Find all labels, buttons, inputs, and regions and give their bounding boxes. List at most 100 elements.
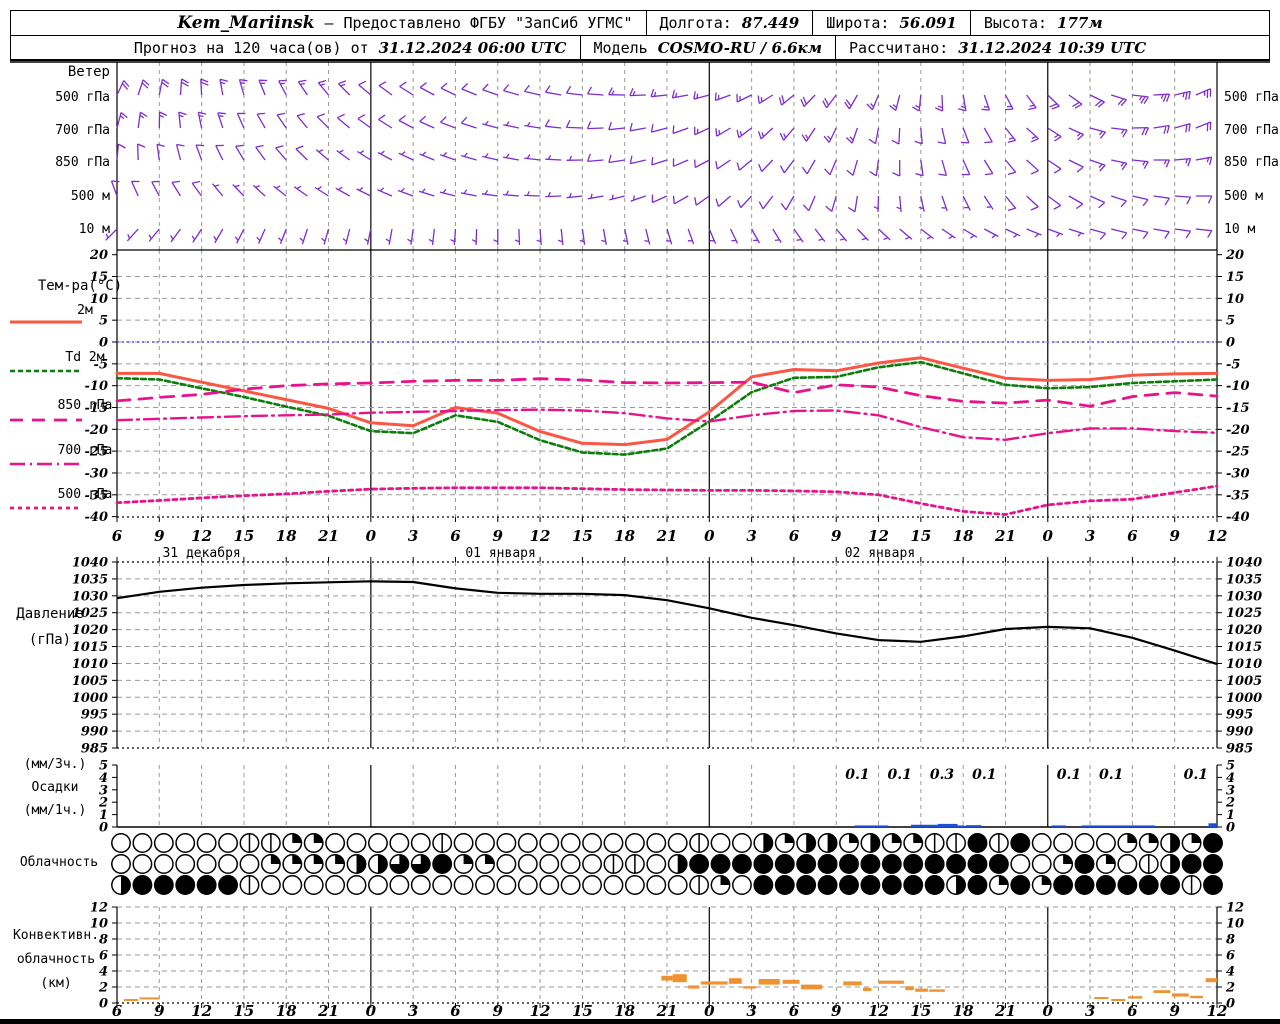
axis-label: 9 xyxy=(1169,527,1180,545)
pressure-panel-unit: (гПа) xyxy=(28,632,72,648)
axis-label: 6 xyxy=(1127,1002,1138,1020)
axis-label: 12 xyxy=(1226,901,1244,916)
axis-label: 0 xyxy=(366,527,377,545)
axis-label: 4 xyxy=(1226,965,1235,980)
altitude-label: Высота: xyxy=(983,14,1048,32)
axis-label: 15 xyxy=(1226,270,1244,285)
axis-label: 15 xyxy=(910,527,931,545)
axis-label: 3 xyxy=(746,1002,756,1020)
axis-label: 15 xyxy=(910,1002,931,1020)
axis-label: 3 xyxy=(408,1002,418,1020)
axis-label: 12 xyxy=(1207,1002,1228,1020)
header-row-1: Kem_Mariinsk — Предоставлено ФГБУ "ЗапСи… xyxy=(11,11,1269,36)
axis-label: 02 января xyxy=(845,546,915,561)
axis-label: 12 xyxy=(191,1002,212,1020)
axis-label: 1010 xyxy=(1226,657,1262,672)
axis-label: 3 xyxy=(1085,527,1095,545)
longitude-label: Долгота: xyxy=(659,14,732,32)
axis-label: 12 xyxy=(191,527,212,545)
cloud-row-high xyxy=(111,833,1223,853)
axis-label: 0.1 xyxy=(1099,767,1123,783)
axis-label: 9 xyxy=(1169,1002,1180,1020)
legend-label-t500: 500 гПа xyxy=(57,487,113,502)
axis-label: 15 xyxy=(572,527,593,545)
wind-barb-row-10 м xyxy=(105,228,1213,246)
axis-label: 1025 xyxy=(1226,606,1262,621)
axis-label: 0 xyxy=(1043,1002,1054,1020)
precip-unit-1h: (мм/1ч.) xyxy=(23,803,87,818)
axis-label: 9 xyxy=(493,1002,504,1020)
axis-label: 0 xyxy=(704,527,715,545)
wind-panel-title: Ветер xyxy=(67,64,110,80)
axis-label: 1040 xyxy=(72,556,108,571)
axis-label: 0.1 xyxy=(1057,767,1081,783)
axis-label: 12 xyxy=(868,527,889,545)
wind-barb-row-700 гПа xyxy=(116,111,1212,145)
axis-label: 1000 xyxy=(1226,691,1262,706)
axis-label: 500 гПа xyxy=(1224,90,1279,105)
axis-label: 9 xyxy=(831,1002,842,1020)
axis-label: 21 xyxy=(317,527,339,545)
latitude-value: 56.091 xyxy=(899,14,957,32)
axis-label: 3 xyxy=(408,527,418,545)
latitude-label: Широта: xyxy=(826,14,890,32)
axis-label: 0 xyxy=(1043,527,1054,545)
calculated-value: 31.12.2024 10:39 UTC xyxy=(958,38,1147,57)
precip-panel-title: Осадки xyxy=(31,780,79,795)
axis-label: 0.1 xyxy=(888,767,912,783)
axis-label: 5 xyxy=(1226,314,1235,329)
axis-label: 0 xyxy=(704,1002,715,1020)
axis-label: 1010 xyxy=(72,657,108,672)
axis-label: 0 xyxy=(366,1002,377,1020)
axis-label: 500 гПа xyxy=(55,90,110,105)
axis-label: 6 xyxy=(1127,527,1138,545)
provider-text: Предоставлено ФГБУ "ЗапСиб УГМС" xyxy=(343,14,633,32)
axis-label: 6 xyxy=(450,527,461,545)
axis-label: 0 xyxy=(1226,336,1235,351)
axis-label: 15 xyxy=(572,1002,593,1020)
axis-label: 1000 xyxy=(72,691,108,706)
axis-label: 500 м xyxy=(1224,189,1263,204)
axis-label: 12 xyxy=(90,901,108,916)
axis-label: -15 xyxy=(1226,401,1250,416)
axis-label: 15 xyxy=(233,1002,254,1020)
axis-label: 500 м xyxy=(71,189,110,204)
dash: — xyxy=(324,14,334,32)
axis-label: 6 xyxy=(112,527,123,545)
precip-bars: 0.1 0.1 0.3 0.1 0.1 0.1 0.1 xyxy=(845,767,1217,827)
axis-label: -20 xyxy=(85,423,109,438)
axis-label: 1035 xyxy=(1226,572,1262,587)
axis-label: -40 xyxy=(85,510,109,525)
axis-label: 10 xyxy=(1226,917,1244,932)
header-row-2: Прогноз на 120 часа(ов) от 31.12.2024 06… xyxy=(11,36,1269,59)
axis-label: 12 xyxy=(530,1002,551,1020)
separator xyxy=(969,11,971,35)
axis-label: 6 xyxy=(1226,949,1235,964)
axis-label: 850 гПа xyxy=(55,155,110,170)
axis-label: 18 xyxy=(953,527,974,545)
meteogram-chart: 20 2015 1510 105 50 0-5 -5-10 -10-15 -15-20 -20-2… xyxy=(0,61,1280,1024)
axis-label: 1005 xyxy=(1226,674,1262,689)
axis-label: 6 xyxy=(112,1002,123,1020)
axis-label: 18 xyxy=(614,527,635,545)
axis-label: 990 xyxy=(1226,725,1253,740)
axis-label: 995 xyxy=(1226,708,1253,723)
separator xyxy=(834,36,836,59)
legend-label-t850: 850 гПа xyxy=(57,398,113,413)
cloud-cover-symbols xyxy=(111,833,1223,895)
axis-label: 995 xyxy=(81,708,108,723)
cloud-row-low xyxy=(111,875,1223,895)
axis-label: 0 xyxy=(99,997,108,1012)
axis-label: 9 xyxy=(493,527,504,545)
axis-label: 18 xyxy=(953,1002,974,1020)
axis-label: -30 xyxy=(1226,466,1250,481)
axis-label: -10 xyxy=(1226,379,1250,394)
axis-label: -10 xyxy=(85,379,109,394)
cloud-panel-title: Облачность xyxy=(19,855,99,870)
axis-label: -40 xyxy=(1226,510,1250,525)
axis-label: 6 xyxy=(789,527,800,545)
wind-barb-row-500 м xyxy=(110,180,1213,213)
wind-barbs xyxy=(105,78,1213,246)
axis-label: 18 xyxy=(614,1002,635,1020)
axis-label: 1040 xyxy=(1226,556,1262,571)
